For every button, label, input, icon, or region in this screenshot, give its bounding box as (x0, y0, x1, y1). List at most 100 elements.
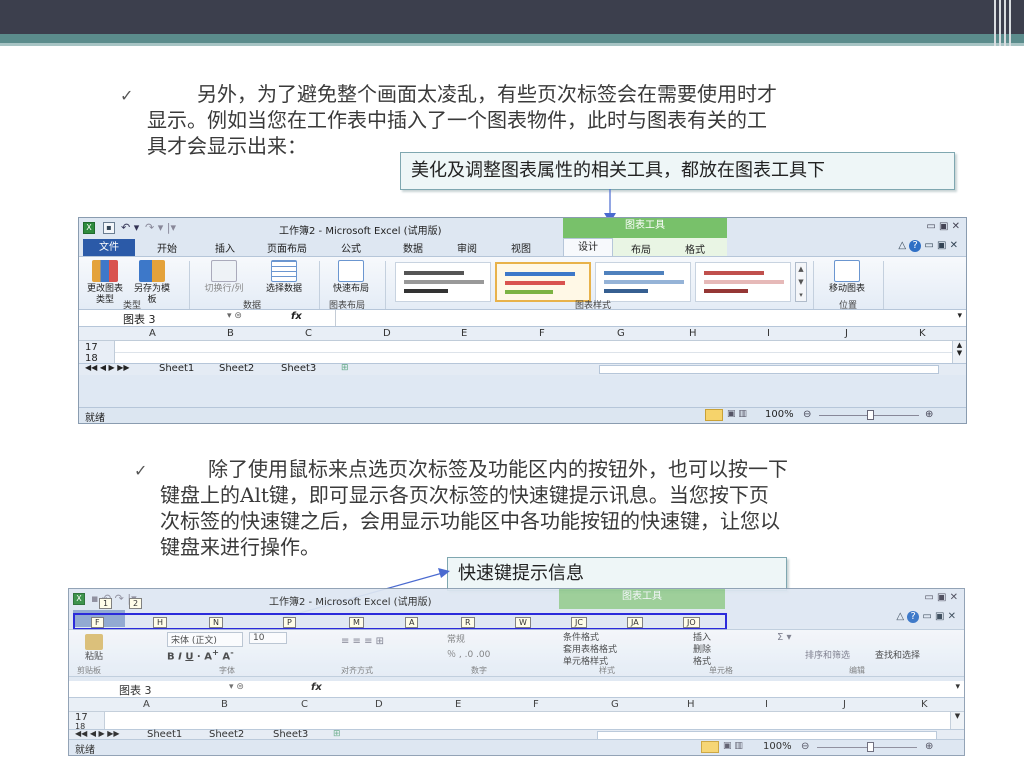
formula-expand-icon[interactable]: ▾ (955, 682, 960, 692)
status-text: 就绪 (75, 745, 95, 756)
column-header[interactable]: B (221, 699, 228, 710)
name-box-dropdown-icon[interactable]: ▾ ⊜ (227, 311, 242, 321)
column-header[interactable]: A (143, 699, 150, 710)
sheet-nav-icon[interactable]: ◀◀ ◀ ▶ ▶▶ (85, 363, 130, 372)
font-size-select[interactable]: 10 (249, 632, 287, 644)
sheet-tab-2[interactable]: Sheet2 (219, 363, 254, 374)
undo-icon[interactable]: ↶ ▾ (121, 221, 139, 234)
page-view-icon[interactable]: ▣ ▥ (727, 409, 747, 419)
column-header[interactable]: K (921, 699, 928, 710)
zoom-slider-handle[interactable] (867, 742, 874, 752)
column-header[interactable]: H (687, 699, 695, 710)
tab-home[interactable]: 开始 (157, 240, 177, 255)
font-select[interactable]: 宋体 (正文) (167, 632, 243, 647)
style-scroll-icon[interactable]: ▲ ▼ ▾ (795, 262, 807, 302)
switch-row-column-button[interactable]: 切换行/列 (193, 260, 255, 295)
window-controls-icon[interactable]: ▭ ▣ ✕ (924, 592, 958, 603)
function-icon[interactable]: fx (291, 311, 302, 322)
column-header[interactable]: H (689, 328, 697, 339)
quick-layout-button[interactable]: 快速布局 (323, 260, 379, 295)
zoom-out-icon[interactable]: ⊖ (803, 409, 811, 420)
tab-page-layout[interactable]: 页面布局 (267, 240, 307, 255)
column-header[interactable]: D (383, 328, 391, 339)
move-chart-button[interactable]: 移动图表 (819, 260, 875, 295)
zoom-out-icon[interactable]: ⊖ (801, 741, 809, 752)
name-box-dropdown-icon[interactable]: ▾ ⊜ (229, 682, 244, 692)
help-icon[interactable]: △ ? ▭ ▣ ✕ (896, 611, 956, 623)
autosum-icon[interactable]: Σ ▾ (777, 632, 792, 643)
column-header[interactable]: A (149, 328, 156, 339)
tab-review[interactable]: 审阅 (457, 240, 477, 255)
column-header[interactable]: B (227, 328, 234, 339)
column-header[interactable]: F (533, 699, 539, 710)
sheet-tab-3[interactable]: Sheet3 (281, 363, 316, 374)
keytip-formulas: M (349, 617, 364, 628)
sort-filter-button[interactable]: 排序和筛选 (805, 648, 850, 661)
select-data-button[interactable]: 选择数据 (257, 260, 311, 295)
tab-insert[interactable]: 插入 (215, 240, 235, 255)
sheet-grid[interactable]: 17 18 ▲ ▼ (79, 341, 966, 364)
align-icons[interactable]: ≡ ≡ ≡ ⊞ (341, 636, 384, 647)
column-header[interactable]: E (455, 699, 461, 710)
chart-style-1[interactable] (395, 262, 491, 302)
zoom-in-icon[interactable]: ⊕ (925, 409, 933, 420)
column-header[interactable]: D (375, 699, 383, 710)
formula-expand-icon[interactable]: ▾ (957, 311, 962, 321)
vertical-scrollbar[interactable]: ▼ (950, 712, 964, 729)
find-select-button[interactable]: 查找和选择 (875, 648, 920, 661)
name-box[interactable]: 图表 3 (119, 682, 152, 698)
status-bar: 就绪 ▣ ▥ 100% ⊖ ⊕ (69, 739, 964, 755)
row-header[interactable]: 17 (85, 342, 98, 353)
chart-style-3[interactable] (595, 262, 691, 302)
sheet-tab-1[interactable]: Sheet1 (159, 363, 194, 374)
chart-style-2[interactable] (495, 262, 591, 302)
column-header[interactable]: J (843, 699, 846, 710)
save-icon[interactable]: ▪ (103, 222, 115, 234)
column-header[interactable]: G (617, 328, 625, 339)
keytip-badge: 1 (99, 598, 113, 609)
group-separator (319, 261, 320, 309)
normal-view-icon[interactable] (705, 409, 723, 421)
change-chart-type-button[interactable]: 更改图表类型 (85, 260, 125, 306)
number-format-select[interactable]: 常规 (447, 632, 465, 645)
formula-divider (335, 310, 336, 326)
zoom-in-icon[interactable]: ⊕ (925, 741, 933, 752)
zoom-slider-handle[interactable] (867, 410, 874, 420)
redo-icon[interactable]: ↷ ▾ |▾ (145, 221, 176, 234)
column-header[interactable]: J (845, 328, 848, 339)
tab-layout[interactable]: 布局 (631, 241, 651, 256)
vertical-scrollbar[interactable]: ▲ ▼ (952, 341, 966, 363)
excel-logo-icon: X (83, 222, 95, 234)
column-header[interactable]: E (461, 328, 467, 339)
sheet-nav-icon[interactable]: ◀◀ ◀ ▶ ▶▶ (75, 729, 120, 738)
name-box[interactable]: 图表 3 (123, 311, 156, 327)
column-header[interactable]: I (767, 328, 770, 339)
column-header[interactable]: C (305, 328, 312, 339)
tab-data[interactable]: 数据 (403, 240, 423, 255)
horizontal-scrollbar[interactable] (599, 365, 939, 374)
tab-file[interactable]: 文件 (83, 239, 135, 256)
page-view-icon[interactable]: ▣ ▥ (723, 741, 743, 751)
tab-design[interactable]: 设计 (563, 238, 613, 257)
paste-button[interactable]: 粘贴 (77, 634, 111, 663)
column-header[interactable]: C (301, 699, 308, 710)
select-data-icon (271, 260, 297, 282)
tab-view[interactable]: 视图 (511, 240, 531, 255)
insert-sheet-icon[interactable]: ⊞ (341, 363, 349, 373)
column-header[interactable]: I (765, 699, 768, 710)
window-controls-icon[interactable]: ▭ ▣ ✕ (926, 221, 960, 232)
sheet-grid[interactable]: 17 18 ▼ (69, 712, 964, 731)
number-format-icons[interactable]: ％ , .0 .00 (447, 647, 490, 660)
column-header[interactable]: K (919, 328, 926, 339)
chart-style-4[interactable] (695, 262, 791, 302)
insert-sheet-icon[interactable]: ⊞ (333, 729, 341, 739)
column-header[interactable]: G (611, 699, 619, 710)
excel-title-bar: X ▪ ↶ ↷ |▾ 1 2 工作簿2 - Microsoft Excel (试… (69, 589, 964, 609)
help-icon[interactable]: △ ? ▭ ▣ ✕ (898, 240, 958, 252)
column-header[interactable]: F (539, 328, 545, 339)
tab-format[interactable]: 格式 (685, 241, 705, 256)
tab-formulas[interactable]: 公式 (341, 240, 361, 255)
font-style-icons[interactable]: B I U · A+ A- (167, 647, 234, 662)
function-icon[interactable]: fx (311, 682, 322, 693)
normal-view-icon[interactable] (701, 741, 719, 753)
